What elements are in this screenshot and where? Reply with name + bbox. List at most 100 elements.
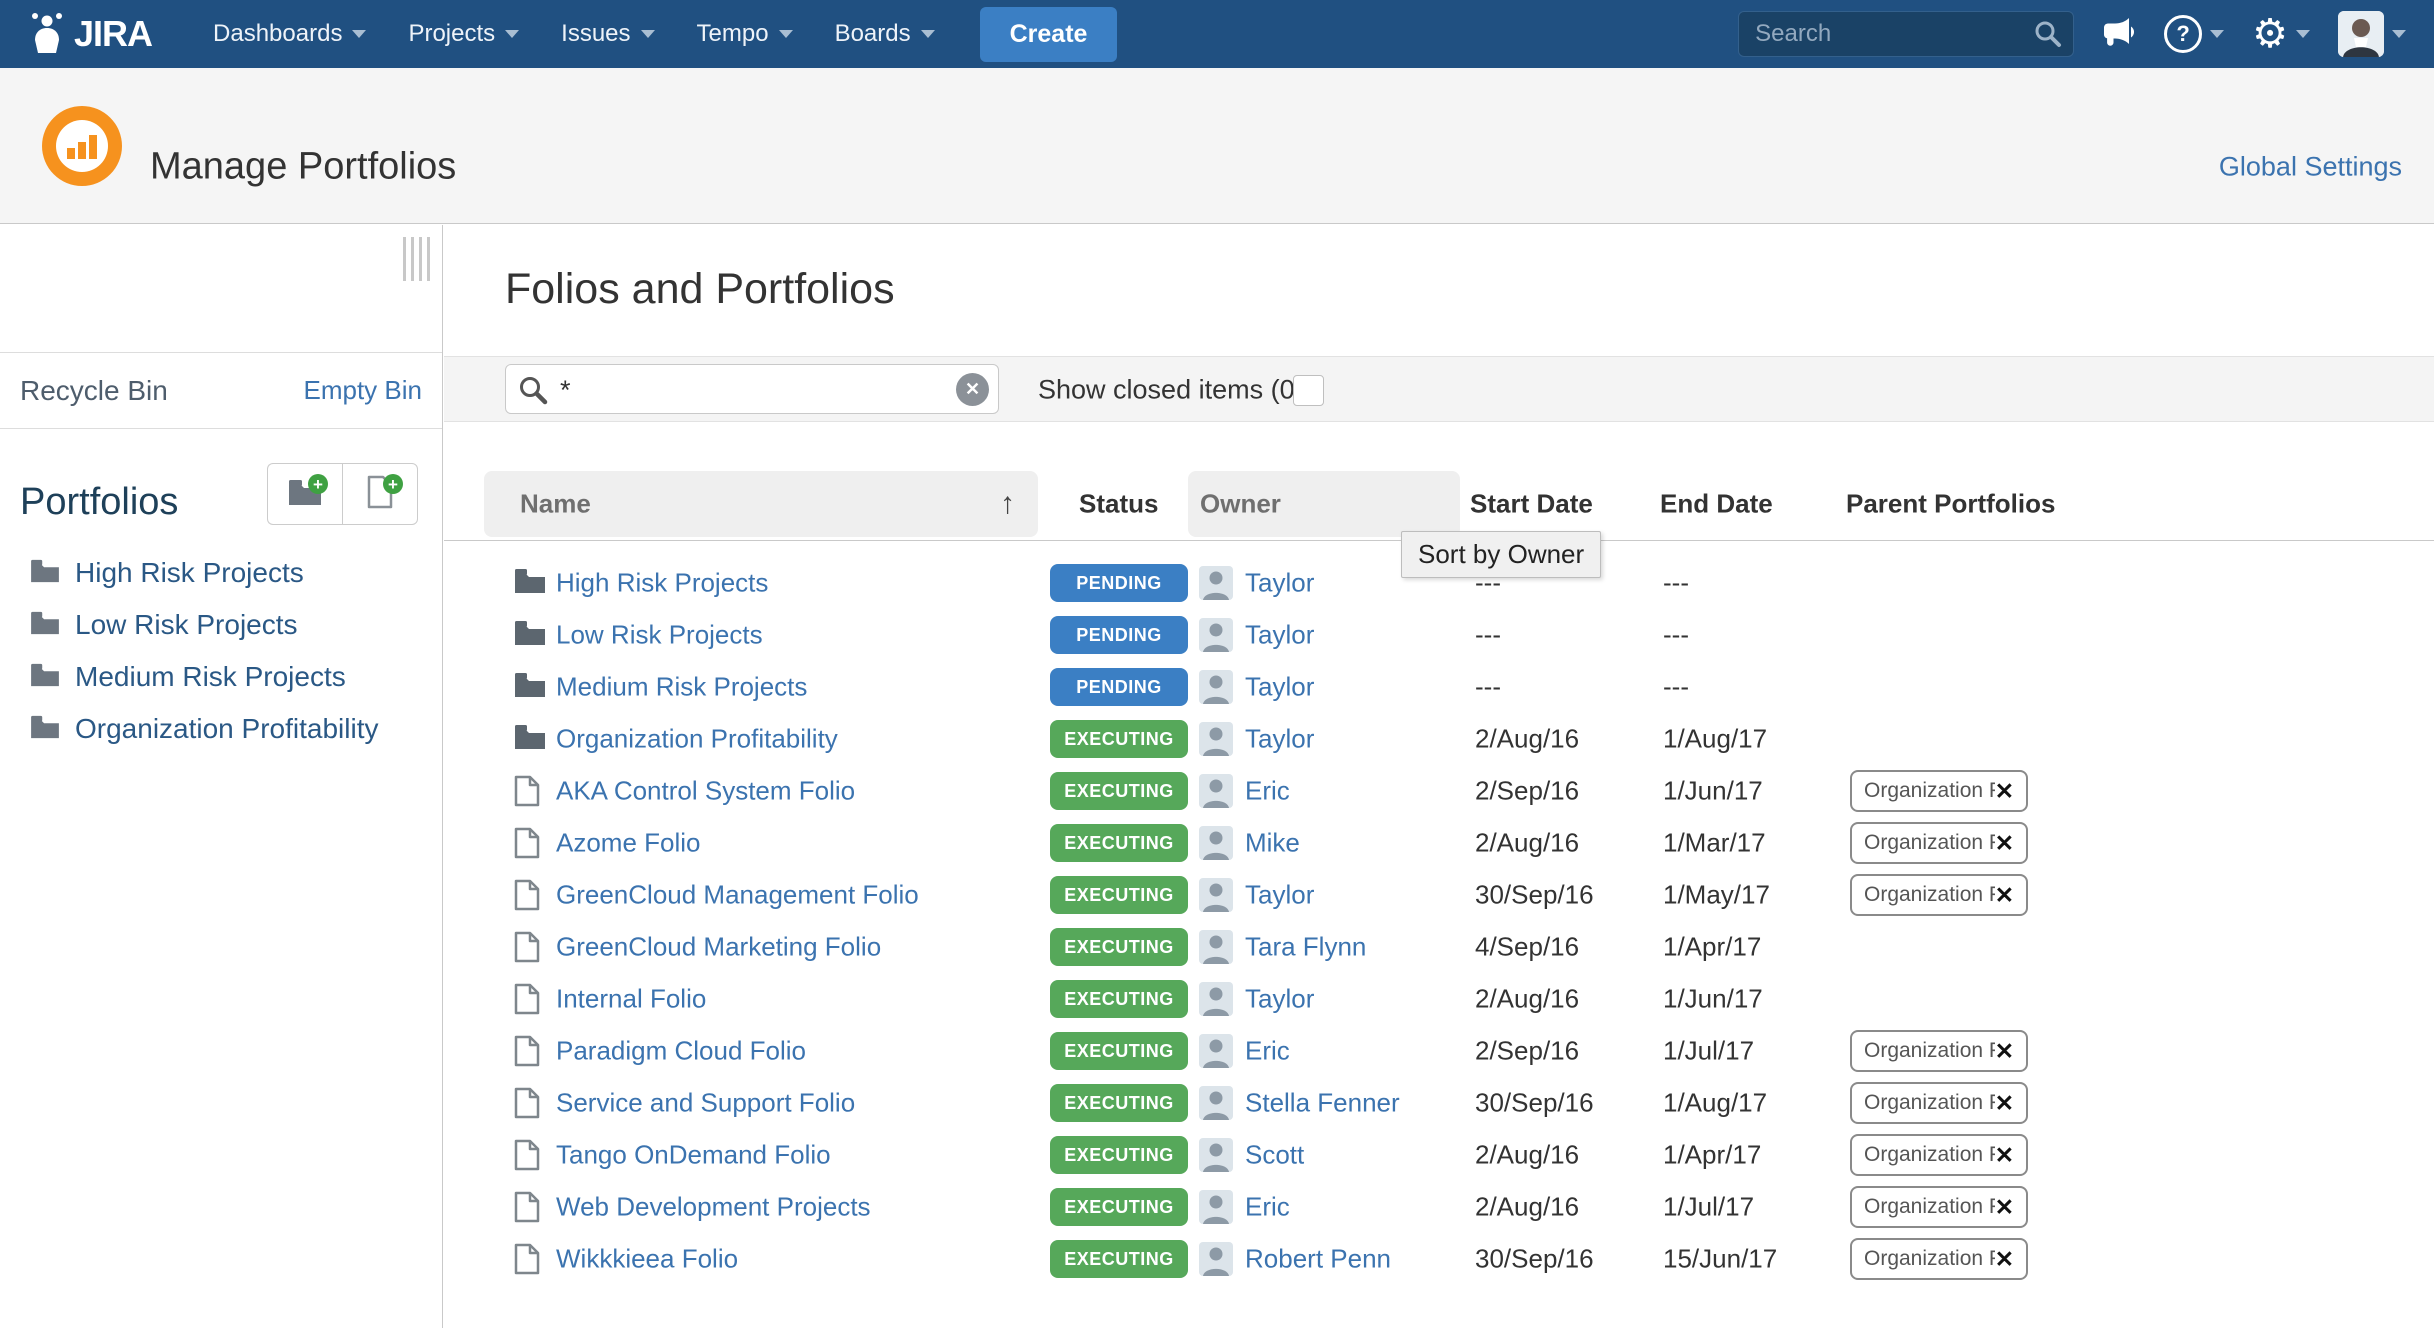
sidebar-item-low-risk-projects[interactable]: Low Risk Projects: [0, 599, 442, 651]
owner-link[interactable]: Eric: [1245, 776, 1290, 807]
profile-menu[interactable]: [2338, 11, 2406, 57]
start-date: ---: [1475, 672, 1501, 703]
remove-parent-icon[interactable]: ✕: [1995, 1040, 2014, 1063]
owner-link[interactable]: Taylor: [1245, 672, 1314, 703]
owner-link[interactable]: Mike: [1245, 828, 1300, 859]
parent-portfolio-label: Organization P…: [1864, 779, 1995, 803]
row-name-link[interactable]: Low Risk Projects: [556, 620, 763, 651]
settings-menu[interactable]: ⚙: [2252, 14, 2310, 54]
column-label-owner[interactable]: Owner: [1200, 489, 1281, 520]
global-settings-link[interactable]: Global Settings: [2219, 152, 2402, 183]
chevron-down-icon: [641, 30, 655, 38]
row-name-link[interactable]: Azome Folio: [556, 828, 701, 859]
status-badge: EXECUTING: [1050, 1032, 1188, 1070]
sidebar-resize-handle[interactable]: [403, 237, 430, 281]
chevron-down-icon: [505, 30, 519, 38]
remove-parent-icon[interactable]: ✕: [1995, 1248, 2014, 1271]
parent-portfolio-chip[interactable]: Organization P…✕: [1850, 822, 2028, 864]
folder-icon: [514, 723, 546, 755]
parent-portfolio-chip[interactable]: Organization P…✕: [1850, 1082, 2028, 1124]
owner-link[interactable]: Eric: [1245, 1192, 1290, 1223]
column-label-name[interactable]: Name: [520, 489, 591, 520]
jira-mark-icon: [28, 11, 66, 58]
column-label-status[interactable]: Status: [1079, 489, 1158, 520]
table-row: Medium Risk ProjectsPENDINGTaylor------: [444, 661, 2434, 713]
column-label-start-date[interactable]: Start Date: [1470, 489, 1593, 520]
start-date: 4/Sep/16: [1475, 932, 1579, 963]
parent-portfolio-chip[interactable]: Organization P…✕: [1850, 1134, 2028, 1176]
row-name-link[interactable]: Internal Folio: [556, 984, 706, 1015]
folio-icon: [514, 827, 540, 864]
create-button[interactable]: Create: [980, 7, 1118, 62]
column-label-parent-portfolios[interactable]: Parent Portfolios: [1846, 489, 2055, 520]
help-menu[interactable]: ?: [2164, 15, 2224, 53]
remove-parent-icon[interactable]: ✕: [1995, 1092, 2014, 1115]
parent-portfolio-chip[interactable]: Organization P…✕: [1850, 1238, 2028, 1280]
add-folder-button[interactable]: +: [267, 463, 342, 525]
row-name-link[interactable]: Tango OnDemand Folio: [556, 1140, 831, 1171]
row-name-link[interactable]: GreenCloud Management Folio: [556, 880, 919, 911]
chevron-down-icon: [921, 30, 935, 38]
nav-menu-dashboards[interactable]: Dashboards: [213, 20, 366, 48]
nav-menu-boards[interactable]: Boards: [835, 20, 935, 48]
owner-avatar: [1199, 1086, 1233, 1120]
owner-link[interactable]: Taylor: [1245, 984, 1314, 1015]
add-folio-button[interactable]: +: [342, 463, 418, 525]
start-date: 30/Sep/16: [1475, 880, 1594, 911]
folio-icon: [514, 983, 540, 1020]
megaphone-icon[interactable]: [2102, 15, 2136, 54]
row-name-link[interactable]: High Risk Projects: [556, 568, 768, 599]
owner-link[interactable]: Taylor: [1245, 880, 1314, 911]
nav-menu-projects[interactable]: Projects: [408, 20, 519, 48]
owner-avatar: [1199, 1138, 1233, 1172]
row-name-link[interactable]: Wikkkieea Folio: [556, 1244, 738, 1275]
owner-link[interactable]: Taylor: [1245, 724, 1314, 755]
remove-parent-icon[interactable]: ✕: [1995, 1196, 2014, 1219]
row-name-link[interactable]: Organization Profitability: [556, 724, 838, 755]
parent-portfolio-chip[interactable]: Organization P…✕: [1850, 874, 2028, 916]
parent-portfolio-chip[interactable]: Organization P…✕: [1850, 770, 2028, 812]
table-search-input[interactable]: [558, 365, 942, 415]
nav-right-cluster: ? ⚙: [1738, 11, 2406, 57]
owner-link[interactable]: Stella Fenner: [1245, 1088, 1400, 1119]
owner-link[interactable]: Robert Penn: [1245, 1244, 1391, 1275]
parent-portfolio-chip[interactable]: Organization P…✕: [1850, 1030, 2028, 1072]
help-icon: ?: [2164, 15, 2202, 53]
folio-icon: [514, 931, 540, 968]
owner-link[interactable]: Tara Flynn: [1245, 932, 1366, 963]
remove-parent-icon[interactable]: ✕: [1995, 884, 2014, 907]
sidebar-item-medium-risk-projects[interactable]: Medium Risk Projects: [0, 651, 442, 703]
owner-link[interactable]: Taylor: [1245, 620, 1314, 651]
search-icon[interactable]: [2034, 20, 2062, 53]
jira-logo[interactable]: JIRA: [28, 11, 152, 58]
remove-parent-icon[interactable]: ✕: [1995, 1144, 2014, 1167]
parent-portfolio-chip[interactable]: Organization P…✕: [1850, 1186, 2028, 1228]
row-name-link[interactable]: Web Development Projects: [556, 1192, 871, 1223]
sidebar-item-organization-profitability[interactable]: Organization Profitability: [0, 703, 442, 755]
page-header: Manage Portfolios Global Settings: [0, 68, 2434, 224]
status-badge: EXECUTING: [1050, 876, 1188, 914]
clear-search-icon[interactable]: ✕: [956, 373, 989, 406]
nav-menu-issues[interactable]: Issues: [561, 20, 654, 48]
sidebar-item-label: High Risk Projects: [75, 557, 304, 589]
row-name-link[interactable]: Paradigm Cloud Folio: [556, 1036, 806, 1067]
remove-parent-icon[interactable]: ✕: [1995, 780, 2014, 803]
brand-name: JIRA: [74, 13, 152, 55]
nav-search-input[interactable]: [1738, 11, 2074, 57]
row-name-link[interactable]: AKA Control System Folio: [556, 776, 855, 807]
table-row: Low Risk ProjectsPENDINGTaylor------: [444, 609, 2434, 661]
empty-bin-link[interactable]: Empty Bin: [304, 375, 423, 406]
end-date: 1/Mar/17: [1663, 828, 1766, 859]
owner-link[interactable]: Scott: [1245, 1140, 1304, 1171]
row-name-link[interactable]: Medium Risk Projects: [556, 672, 807, 703]
owner-avatar: [1199, 618, 1233, 652]
show-closed-checkbox[interactable]: [1293, 375, 1324, 406]
owner-link[interactable]: Eric: [1245, 1036, 1290, 1067]
column-label-end-date[interactable]: End Date: [1660, 489, 1773, 520]
row-name-link[interactable]: GreenCloud Marketing Folio: [556, 932, 881, 963]
remove-parent-icon[interactable]: ✕: [1995, 832, 2014, 855]
nav-menu-tempo[interactable]: Tempo: [697, 20, 793, 48]
sidebar-item-high-risk-projects[interactable]: High Risk Projects: [0, 547, 442, 599]
row-name-link[interactable]: Service and Support Folio: [556, 1088, 855, 1119]
owner-link[interactable]: Taylor: [1245, 568, 1314, 599]
